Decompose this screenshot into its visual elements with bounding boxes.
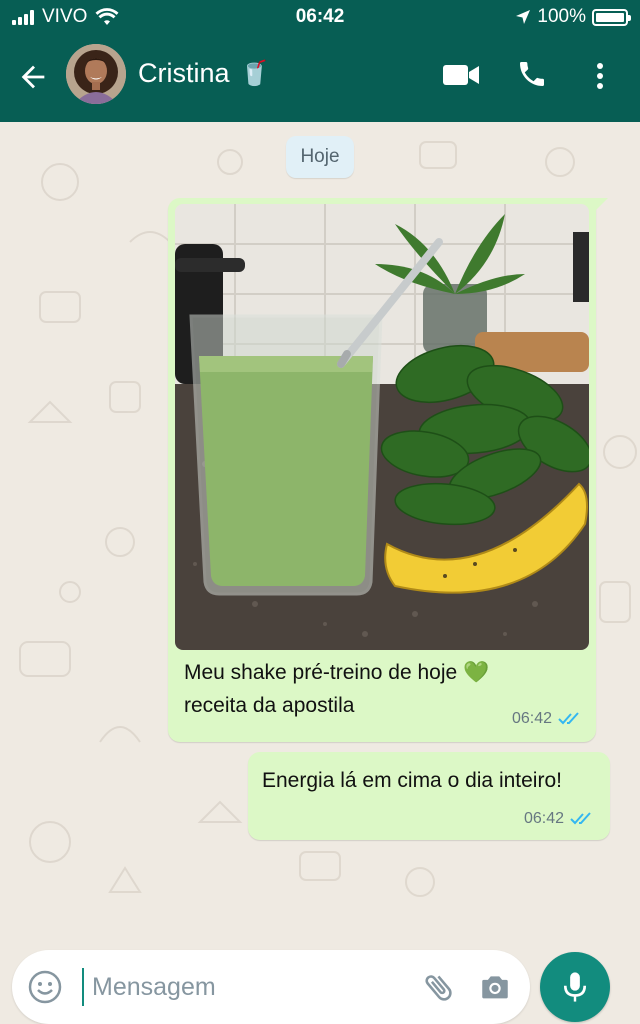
input-bar [0, 942, 640, 1024]
camera-icon[interactable] [478, 970, 512, 1004]
double-check-read-icon [570, 812, 591, 825]
chat-header: Cristina 🥤 [0, 34, 640, 122]
contact-title[interactable]: Cristina 🥤 [138, 58, 269, 89]
contact-emoji: 🥤 [239, 60, 270, 87]
message-composer[interactable] [12, 950, 530, 1024]
message-input[interactable] [82, 968, 402, 1006]
smoothie-photo [175, 204, 589, 650]
contact-name: Cristina [138, 58, 230, 88]
location-arrow-icon [516, 10, 531, 24]
message-time: 06:42 [523, 810, 564, 827]
emoji-icon[interactable] [28, 970, 62, 1004]
top-bar: VIVO 06:42 100% Cristina 🥤 [0, 0, 640, 122]
message-meta: 06:42 [512, 710, 582, 728]
phone-icon[interactable] [516, 58, 548, 90]
message-photo[interactable] [175, 204, 589, 650]
status-bar: VIVO 06:42 100% [0, 0, 640, 34]
battery-percent: 100% [537, 6, 586, 27]
caption-line-1: Meu shake pré-treino de hoje 💚 [184, 661, 490, 684]
message-text: Energia lá em cima o dia inteiro! [262, 769, 562, 792]
outgoing-text-message[interactable]: Energia lá em cima o dia inteiro! 06:42 [248, 752, 610, 840]
status-right: 100% [515, 6, 631, 28]
battery-icon [592, 8, 631, 26]
message-time: 06:42 [511, 710, 552, 727]
message-meta: 06:42 [524, 810, 594, 828]
back-arrow-icon[interactable] [16, 60, 50, 94]
mic-button[interactable] [540, 952, 610, 1022]
double-check-read-icon [558, 712, 579, 725]
chat-area[interactable]: Hoje Meu shake pré-treino de hoje 💚 rece… [0, 122, 640, 942]
avatar-photo [66, 44, 126, 104]
mic-icon [563, 972, 587, 1002]
more-vert-icon[interactable] [590, 60, 610, 92]
attach-icon[interactable] [422, 970, 456, 1004]
video-call-icon[interactable] [442, 62, 480, 88]
avatar[interactable] [66, 44, 126, 104]
outgoing-image-message[interactable]: Meu shake pré-treino de hoje 💚 receita d… [168, 198, 608, 742]
date-chip: Hoje [286, 136, 354, 178]
